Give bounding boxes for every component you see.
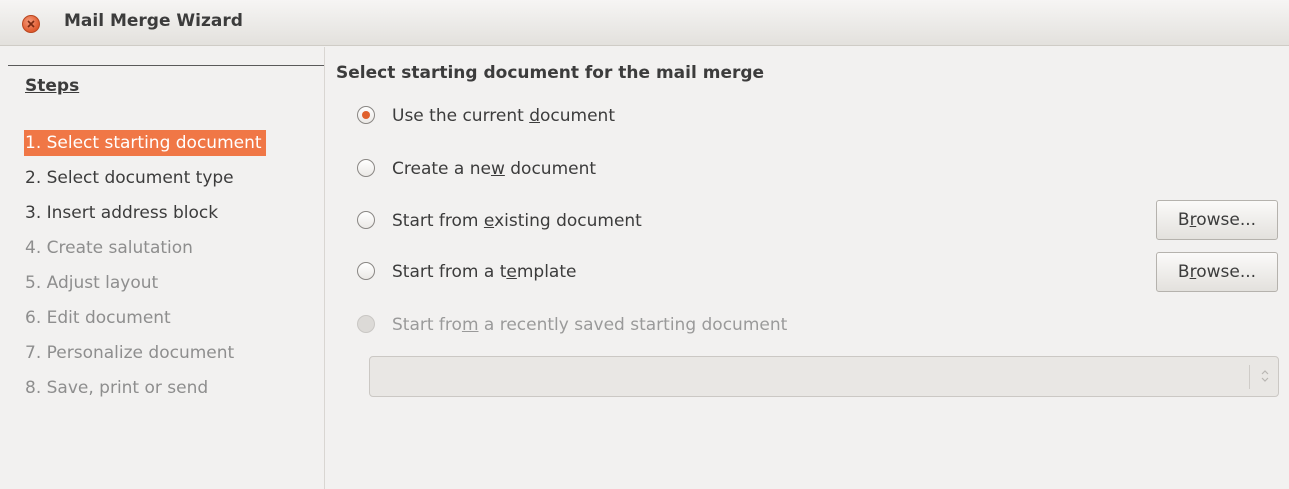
steps-divider — [8, 65, 324, 66]
recent-documents-select — [369, 356, 1279, 397]
option-label: Create a new document — [392, 159, 597, 179]
option-label: Start from a recently saved starting doc… — [392, 315, 788, 335]
close-icon[interactable] — [22, 15, 40, 33]
step-select-starting-document[interactable]: 1. Select starting document — [24, 130, 266, 156]
step-create-salutation: 4. Create salutation — [25, 238, 193, 258]
option-label: Use the current document — [392, 106, 615, 126]
step-adjust-layout: 5. Adjust layout — [25, 273, 159, 293]
radio-use-current-document[interactable] — [357, 106, 375, 124]
radio-start-from-existing-document[interactable] — [357, 211, 375, 229]
option-label: Start from a template — [392, 262, 577, 282]
step-personalize-document: 7. Personalize document — [25, 343, 235, 363]
window-title: Mail Merge Wizard — [64, 11, 243, 31]
title-bar: Mail Merge Wizard — [0, 0, 1289, 46]
step-insert-address-block[interactable]: 3. Insert address block — [25, 200, 218, 226]
spin-arrows-icon — [1260, 366, 1270, 390]
step-select-document-type[interactable]: 2. Select document type — [25, 165, 234, 191]
radio-start-from-recent-document — [357, 315, 375, 333]
step-save-print-send: 8. Save, print or send — [25, 378, 209, 398]
radio-start-from-template[interactable] — [357, 262, 375, 280]
section-title: Select starting document for the mail me… — [336, 63, 765, 83]
steps-panel: Steps 1. Select starting document 2. Sel… — [8, 47, 325, 489]
step-edit-document: 6. Edit document — [25, 308, 171, 328]
combo-separator — [1249, 365, 1250, 389]
radio-create-new-document[interactable] — [357, 159, 375, 177]
browse-existing-button[interactable]: Browse... — [1156, 200, 1278, 240]
steps-heading: Steps — [25, 76, 80, 96]
browse-template-button[interactable]: Browse... — [1156, 252, 1278, 292]
option-label: Start from existing document — [392, 211, 642, 231]
